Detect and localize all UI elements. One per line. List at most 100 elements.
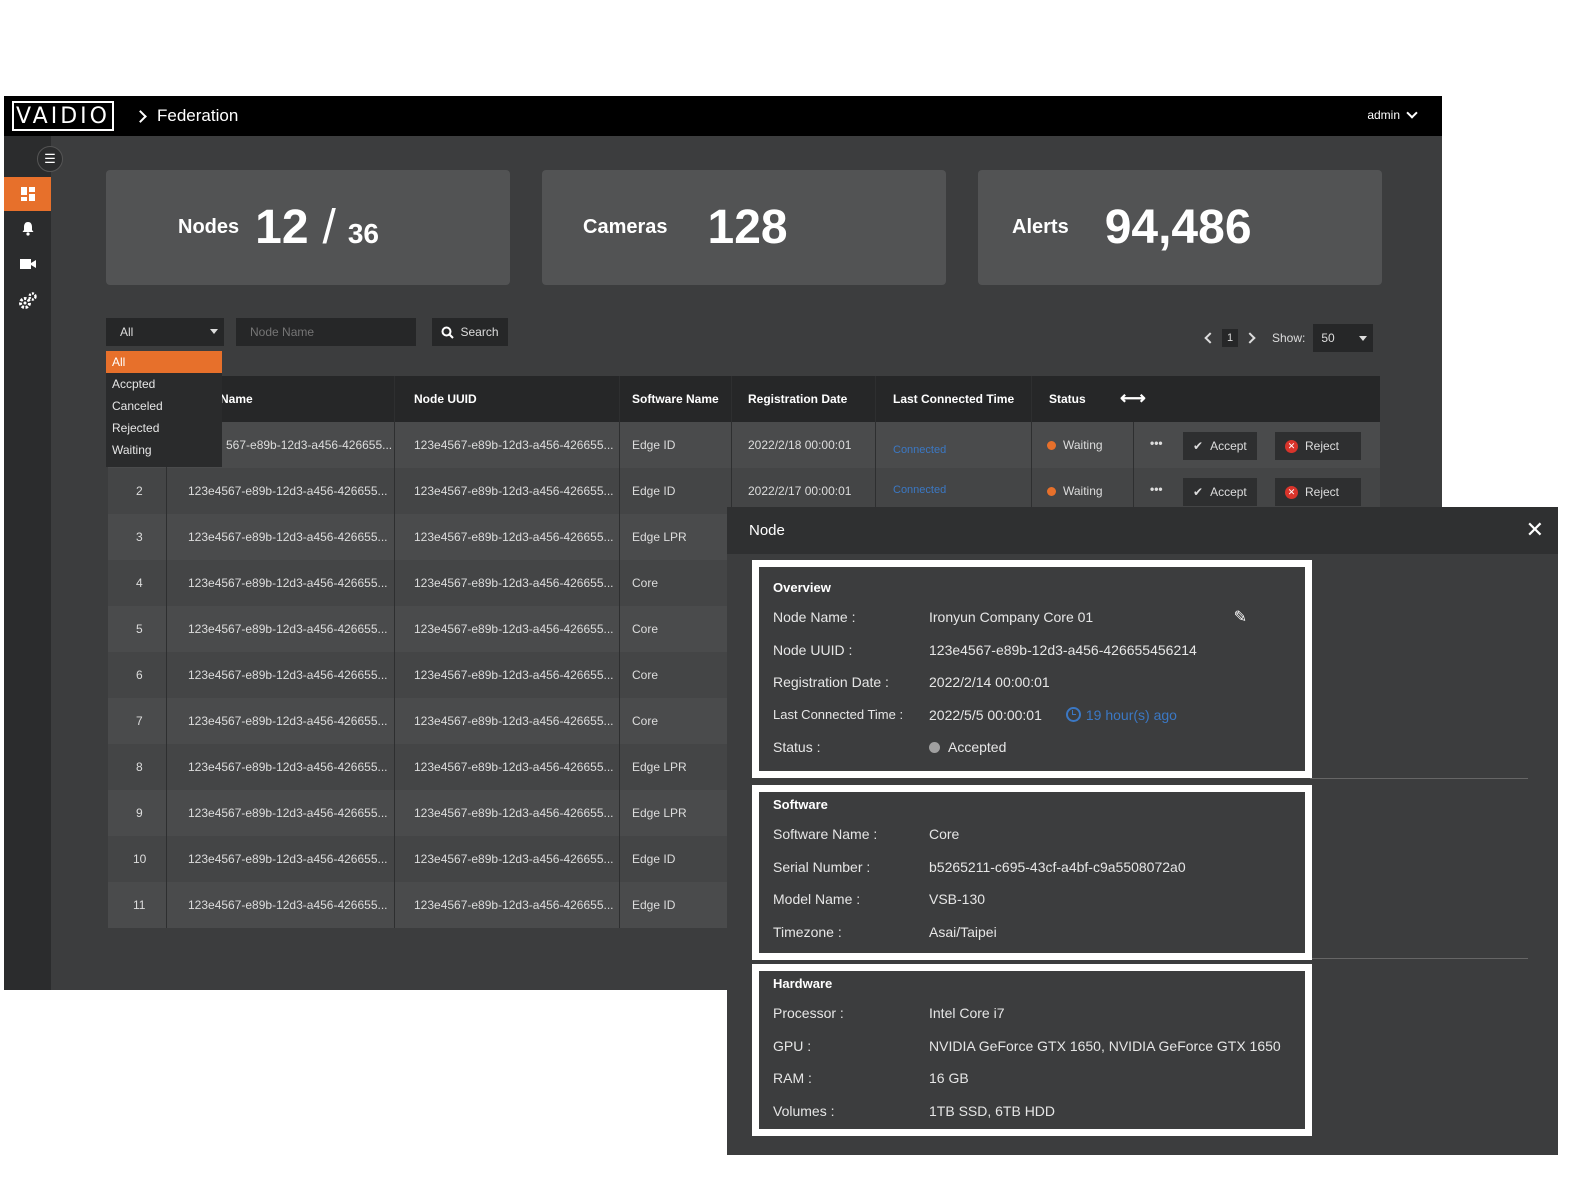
status-value: Accepted xyxy=(948,739,1007,756)
software-name-cell: Edge LPR xyxy=(632,760,687,774)
column-divider xyxy=(166,882,167,928)
time-ago-text: 19 hour(s) ago xyxy=(1085,706,1177,723)
resize-arrows-icon[interactable]: ⟷ xyxy=(1120,388,1146,409)
column-divider xyxy=(394,790,395,836)
software-name-cell: Edge ID xyxy=(632,484,676,498)
column-divider xyxy=(1133,422,1134,468)
node-uuid-cell: 123e4567-e89b-12d3-a456-426655... xyxy=(414,852,614,866)
dropdown-option-canceled[interactable]: Canceled xyxy=(106,395,222,417)
column-divider xyxy=(394,376,395,422)
status-value-wrap: Accepted xyxy=(929,739,1006,755)
status-dot-icon xyxy=(1047,441,1056,450)
accept-button[interactable]: ✔ Accept xyxy=(1183,432,1257,460)
caret-down-icon xyxy=(210,329,218,334)
camera-icon[interactable] xyxy=(4,247,51,281)
reject-button[interactable]: ✕ Reject xyxy=(1275,478,1361,506)
column-divider xyxy=(394,560,395,606)
more-options-icon[interactable]: ••• xyxy=(1150,482,1163,496)
row-number: 2 xyxy=(136,484,143,498)
chevron-right-icon[interactable] xyxy=(1244,332,1256,344)
column-divider xyxy=(166,606,167,652)
col-header-uuid[interactable]: Node UUID xyxy=(414,392,477,406)
column-divider xyxy=(394,882,395,928)
node-name-cell: 123e4567-e89b-12d3-a456-426655... xyxy=(188,852,388,866)
dropdown-option-waiting[interactable]: Waiting xyxy=(106,439,222,461)
chevron-left-icon[interactable] xyxy=(1204,332,1216,344)
reject-button[interactable]: ✕ Reject xyxy=(1275,432,1361,460)
model-value: VSB-130 xyxy=(929,891,986,908)
col-header-name[interactable]: Name xyxy=(220,392,253,406)
user-menu[interactable]: admin xyxy=(1367,107,1418,122)
overview-panel: Overview Node Name : Ironyun Company Cor… xyxy=(752,560,1312,778)
software-name-label: Software Name : xyxy=(773,826,878,843)
row-number: 3 xyxy=(136,530,143,544)
col-header-registration[interactable]: Registration Date xyxy=(748,392,847,406)
bell-icon[interactable] xyxy=(4,211,51,245)
status-label: Status : xyxy=(773,739,821,756)
row-number: 5 xyxy=(136,622,143,636)
edit-pencil-icon[interactable]: ✎ xyxy=(1234,607,1247,627)
node-uuid-cell: 123e4567-e89b-12d3-a456-426655... xyxy=(414,484,614,498)
node-name-cell: 123e4567-e89b-12d3-a456-426655... xyxy=(188,484,388,498)
software-title: Software xyxy=(773,797,828,812)
more-options-icon[interactable]: ••• xyxy=(1150,436,1163,450)
volumes-value: 1TB SSD, 6TB HDD xyxy=(929,1102,1056,1119)
search-button[interactable]: Search xyxy=(432,318,508,346)
ram-value: 16 GB xyxy=(929,1070,969,1087)
column-divider xyxy=(166,836,167,882)
column-divider xyxy=(166,744,167,790)
alerts-card: Alerts 94,486 xyxy=(978,170,1382,285)
page-size-value: 50 xyxy=(1321,331,1335,345)
serial-label: Serial Number : xyxy=(773,858,871,875)
chevron-right-icon xyxy=(134,109,147,123)
search-icon xyxy=(441,326,455,339)
column-divider xyxy=(619,790,620,836)
software-name-cell: Edge ID xyxy=(632,852,676,866)
gpu-label: GPU : xyxy=(773,1037,812,1054)
node-uuid-cell: 123e4567-e89b-12d3-a456-426655... xyxy=(414,760,614,774)
table-row[interactable]: 567-e89b-12d3-a456-426655... 123e4567-e89… xyxy=(108,422,1380,468)
table-header: Name Node UUID Software Name Registratio… xyxy=(108,376,1380,422)
col-header-software[interactable]: Software Name xyxy=(632,392,719,406)
close-icon[interactable]: ✕ xyxy=(1526,517,1544,543)
gears-icon[interactable] xyxy=(4,284,51,318)
column-divider xyxy=(166,468,167,514)
status-dot-icon xyxy=(929,742,940,754)
connected-link[interactable]: Connected xyxy=(893,484,946,496)
status-filter-select[interactable]: All xyxy=(106,318,224,346)
col-header-status[interactable]: Status xyxy=(1049,392,1086,406)
row-number: 8 xyxy=(136,760,143,774)
column-divider xyxy=(394,468,395,514)
node-name-cell: 123e4567-e89b-12d3-a456-426655... xyxy=(188,760,388,774)
dropdown-option-accepted[interactable]: Accpted xyxy=(106,373,222,395)
column-divider xyxy=(394,698,395,744)
software-name-row: Software Name : Core xyxy=(773,818,1291,851)
software-name-cell: Core xyxy=(632,668,659,682)
reject-label: Reject xyxy=(1305,485,1340,499)
column-divider xyxy=(394,836,395,882)
connected-link[interactable]: Connected xyxy=(893,444,946,456)
page-number[interactable]: 1 xyxy=(1222,329,1238,347)
node-name-row: Node Name : Ironyun Company Core 01 ✎ xyxy=(773,601,1291,634)
hamburger-icon[interactable]: ☰ xyxy=(37,146,63,172)
node-name-value: Ironyun Company Core 01 xyxy=(929,609,1094,626)
node-uuid-cell: 123e4567-e89b-12d3-a456-426655... xyxy=(414,576,614,590)
sidebar xyxy=(4,136,51,990)
software-name-cell: Core xyxy=(632,576,659,590)
node-name-input[interactable] xyxy=(236,318,416,346)
last-connected-label: Last Connected Time : xyxy=(773,707,904,723)
cameras-label: Cameras xyxy=(583,216,668,238)
dropdown-option-all[interactable]: All xyxy=(106,351,222,373)
accept-button[interactable]: ✔ Accept xyxy=(1183,478,1257,506)
dashboard-icon[interactable] xyxy=(4,177,51,211)
dropdown-option-rejected[interactable]: Rejected xyxy=(106,417,222,439)
node-uuid-cell: 123e4567-e89b-12d3-a456-426655... xyxy=(414,806,614,820)
page-size-select[interactable]: 50 xyxy=(1313,324,1374,352)
alerts-label: Alerts xyxy=(1012,216,1069,238)
check-icon: ✔ xyxy=(1193,485,1204,499)
volumes-row: Volumes : 1TB SSD, 6TB HDD xyxy=(773,1095,1291,1128)
software-name-cell: Core xyxy=(632,622,659,636)
software-name-cell: Edge LPR xyxy=(632,530,687,544)
col-header-last-connected[interactable]: Last Connected Time xyxy=(893,392,1014,406)
nodes-label: Nodes xyxy=(178,216,240,238)
